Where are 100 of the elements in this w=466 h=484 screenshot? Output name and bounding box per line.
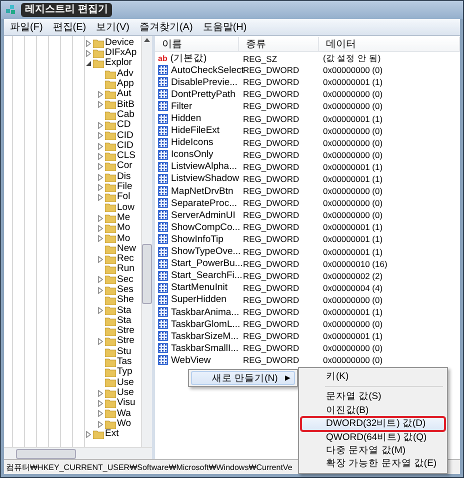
scroll-thumb[interactable] <box>142 244 152 304</box>
menu-item[interactable]: 파일(F) <box>10 20 43 34</box>
tree-item[interactable]: CD <box>117 120 131 131</box>
value-name[interactable]: Start_SearchFi... <box>171 270 242 282</box>
tree-item[interactable]: Mo <box>117 234 130 244</box>
menu-item[interactable]: 보기(V) <box>96 20 130 34</box>
value-name[interactable]: ServerAdminUI <box>171 210 236 221</box>
menu-item[interactable]: 즐겨찾기(A) <box>139 20 193 34</box>
value-name[interactable]: MapNetDrvBtn <box>171 186 234 197</box>
tree-item[interactable]: BitB <box>117 100 134 110</box>
value-name[interactable]: TaskbarSizeM... <box>171 330 239 342</box>
tree-item[interactable]: Stre <box>117 336 134 348</box>
folder-icon <box>105 80 116 89</box>
tree-item[interactable]: Wa <box>117 408 131 420</box>
value-name[interactable]: AutoCheckSelect <box>171 64 244 76</box>
tree-item[interactable]: CID <box>117 130 134 142</box>
tree-item[interactable]: App <box>117 79 134 90</box>
value-name[interactable]: ShowCompCo... <box>171 222 240 233</box>
value-name[interactable]: Hidden <box>171 113 202 124</box>
tree-item[interactable]: Ext <box>105 429 119 440</box>
value-type: REG_DWORD <box>242 126 300 136</box>
column-header[interactable]: 데이터 <box>319 36 460 50</box>
tree-item[interactable]: Me <box>117 212 130 224</box>
tree-item[interactable]: Sta <box>117 306 132 316</box>
tree-item[interactable]: Cab <box>117 110 134 121</box>
scroll-thumb[interactable] <box>16 448 76 458</box>
tree-item[interactable]: Dis <box>117 172 131 182</box>
tree-item[interactable]: Tas <box>117 357 132 368</box>
tree-item[interactable]: Adv <box>117 68 134 80</box>
tree-item[interactable]: Use <box>117 378 134 388</box>
folder-icon <box>105 348 116 357</box>
expand-arrow-icon[interactable] <box>97 307 104 314</box>
submenu-item[interactable]: 이진값(B) <box>301 404 445 418</box>
tree-item[interactable]: She <box>117 295 134 306</box>
tree-item[interactable]: Sec <box>117 274 134 286</box>
collapse-arrow-icon[interactable] <box>85 60 92 68</box>
expand-arrow-icon[interactable] <box>97 338 104 346</box>
value-data: 0x00000000 (0) <box>322 89 384 100</box>
tree-item[interactable]: Aut <box>117 89 132 100</box>
tree-item[interactable]: CLS <box>117 151 136 162</box>
tree-item[interactable]: File <box>117 182 132 193</box>
scroll-up-arrow-icon[interactable] <box>144 38 150 42</box>
expand-arrow-icon[interactable] <box>97 256 104 263</box>
menu-item[interactable]: 편집(E) <box>52 20 86 34</box>
value-data: 0x00000010 (16) <box>322 258 388 269</box>
value-name[interactable]: SuperHidden <box>171 294 226 306</box>
value-name[interactable]: TaskbarAnima... <box>171 306 240 318</box>
value-name[interactable]: ListviewAlpha... <box>171 161 238 172</box>
value-name[interactable]: TaskbarSmallI... <box>171 342 239 354</box>
tree-item[interactable]: Sta <box>117 316 132 326</box>
submenu-item[interactable]: QWORD(64비트) 값(Q) <box>301 430 445 444</box>
tree-item[interactable]: DIFxAp <box>105 48 137 59</box>
value-name[interactable]: ShowTypeOve... <box>171 246 241 258</box>
tree-item[interactable]: Typ <box>117 367 132 378</box>
horizontal-scrollbar[interactable] <box>4 447 152 459</box>
tree-item[interactable]: Ses <box>117 284 134 296</box>
tree-item[interactable]: Device <box>105 38 134 48</box>
column-header[interactable]: 종류 <box>239 36 319 50</box>
value-name[interactable]: HideFileExt <box>171 125 220 136</box>
value-name[interactable]: ListviewShadow <box>171 173 240 184</box>
value-name[interactable]: Start_PowerBu... <box>171 258 243 270</box>
tree-item[interactable]: CID <box>117 140 134 152</box>
folder-icon <box>105 326 116 336</box>
value-name[interactable]: HideIcons <box>171 137 214 148</box>
submenu-item[interactable]: 키(K) <box>301 370 445 384</box>
tree-item[interactable]: Cor <box>117 161 132 172</box>
tree-item[interactable]: Low <box>117 202 134 214</box>
value-data: 0x00000001 (1) <box>322 307 384 318</box>
folder-icon <box>105 172 116 182</box>
tree-item[interactable]: New <box>117 244 136 254</box>
column-header[interactable]: 이름 <box>155 36 239 50</box>
menu-item[interactable]: 도움말(H) <box>202 20 247 34</box>
folder-icon <box>93 48 104 58</box>
vertical-scrollbar[interactable] <box>141 36 152 447</box>
submenu-item[interactable]: 다중 문자열 값(M) <box>301 444 445 458</box>
tree-item[interactable]: Rec <box>117 254 134 265</box>
value-name[interactable]: Filter <box>171 100 192 112</box>
submenu-item[interactable]: 문자열 값(S) <box>301 390 445 404</box>
submenu-item[interactable]: DWORD(32비트) 값(D) <box>301 417 445 431</box>
tree-item[interactable]: Run <box>117 264 134 275</box>
value-name[interactable]: TaskbarGlomL... <box>171 318 240 330</box>
tree-item[interactable]: Stu <box>117 346 132 358</box>
tree-item[interactable]: Mo <box>117 223 130 234</box>
value-name[interactable]: SeparateProc... <box>171 198 238 209</box>
submenu-item[interactable]: 확장 가능한 문자열 값(E) <box>301 457 445 471</box>
folder-icon <box>105 254 116 264</box>
tree-item[interactable]: Stre <box>117 326 134 337</box>
tree-item[interactable]: Use <box>117 388 134 399</box>
value-name[interactable]: IconsOnly <box>171 149 214 160</box>
value-name[interactable]: StartMenuInit <box>171 282 228 294</box>
value-name[interactable]: DontPrettyPath <box>171 88 236 100</box>
tree-item[interactable]: Wo <box>117 418 132 430</box>
value-name[interactable]: ShowInfoTip <box>171 234 224 245</box>
value-name[interactable]: DisablePrevie... <box>171 76 238 88</box>
tree-item[interactable]: Explor <box>105 58 132 70</box>
tree-item[interactable]: Fol <box>117 192 130 203</box>
value-name[interactable]: (기본값) <box>170 52 207 65</box>
tree-item[interactable]: Visu <box>117 398 136 409</box>
value-name[interactable]: WebView <box>171 354 211 366</box>
value-type: REG_DWORD <box>242 138 300 148</box>
